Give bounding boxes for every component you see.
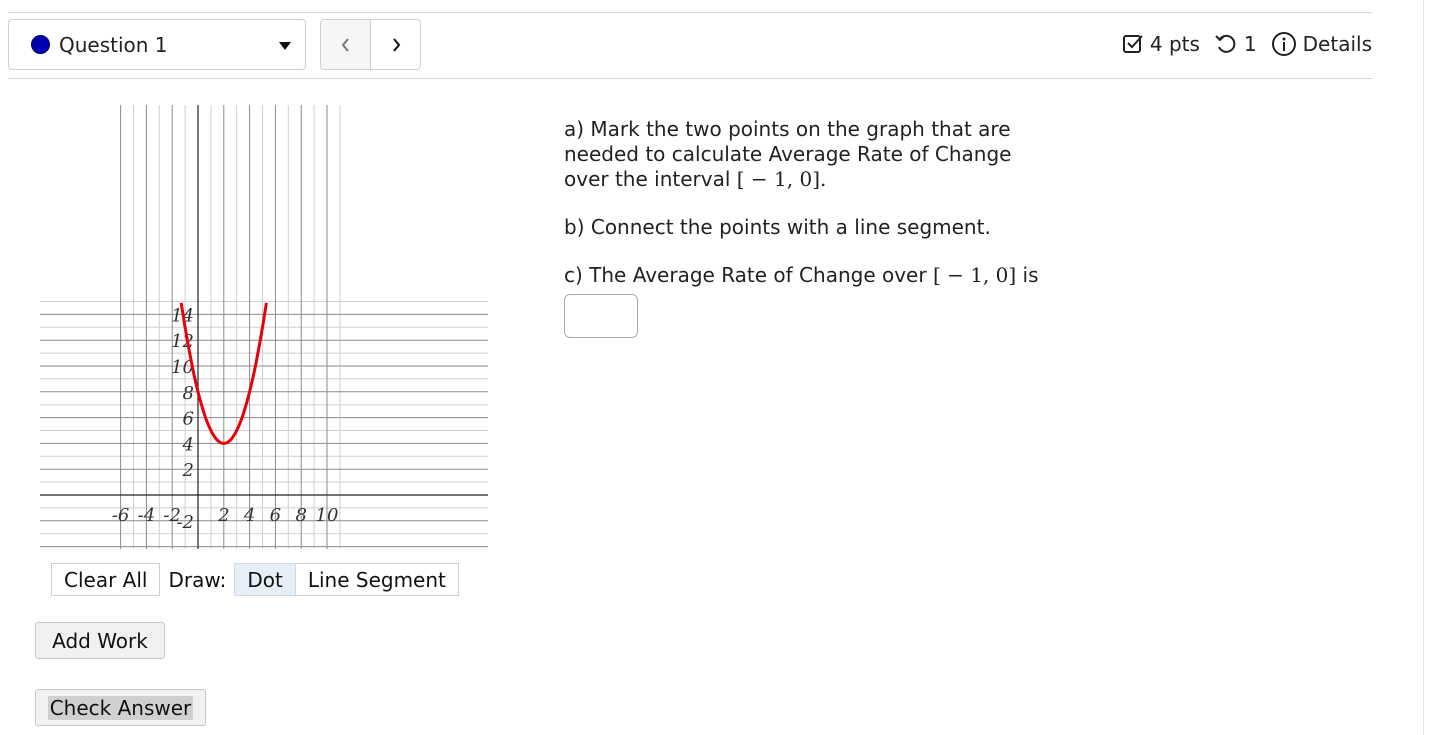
- x-tick-label: 2: [217, 505, 229, 526]
- draw-label: Draw:: [168, 567, 227, 592]
- attempts-value: 1: [1243, 32, 1257, 56]
- question-nav: [320, 19, 421, 70]
- part-c-text: c) The Average Rate of Change over: [564, 263, 927, 287]
- question-header: Question 1 4 pts 1 Details: [8, 19, 1372, 79]
- points-value: 4 pts: [1149, 32, 1200, 56]
- top-divider: [8, 12, 1372, 13]
- dropdown-caret-icon: [279, 42, 291, 50]
- part-c-suffix: is: [1022, 263, 1039, 287]
- question-meta: 4 pts 1 Details: [1122, 31, 1372, 57]
- details-link[interactable]: Details: [1303, 32, 1372, 56]
- function-graph[interactable]: -6 -4 -2 2 4 6 8 10 1412108642-2: [38, 103, 490, 555]
- chevron-left-icon: [341, 37, 349, 52]
- y-tick-label: 12: [171, 331, 194, 352]
- part-c: c) The Average Rate of Change over [ − 1…: [564, 263, 1054, 288]
- y-tick-label: 8: [183, 383, 194, 404]
- y-tick-label: -2: [176, 512, 194, 533]
- question-status-dot: [31, 35, 50, 54]
- y-tick-label: 4: [182, 434, 194, 455]
- y-tick-label: 2: [182, 460, 194, 481]
- draw-dot-button[interactable]: Dot: [234, 563, 296, 596]
- check-answer-label: Check Answer: [47, 695, 194, 720]
- x-tick-label: 8: [295, 505, 306, 526]
- add-work-label: Add Work: [52, 628, 148, 653]
- answer-input[interactable]: [564, 294, 638, 338]
- part-a: a) Mark the two points on the graph that…: [564, 117, 1054, 192]
- part-c-interval: [ − 1, 0]: [932, 263, 1017, 287]
- add-work-button[interactable]: Add Work: [35, 622, 165, 659]
- next-question-button[interactable]: [371, 20, 420, 69]
- checkbox-icon: [1122, 33, 1144, 55]
- x-tick-label: -6: [112, 505, 130, 526]
- question-selector[interactable]: Question 1: [8, 19, 306, 70]
- clear-all-button[interactable]: Clear All: [51, 563, 161, 596]
- x-axis-labels: -6 -4 -2 2 4 6 8 10: [112, 505, 339, 526]
- draw-line-segment-button[interactable]: Line Segment: [295, 563, 459, 596]
- check-answer-button[interactable]: Check Answer: [35, 689, 206, 726]
- part-a-interval: [ − 1, 0].: [736, 167, 827, 191]
- question-text: a) Mark the two points on the graph that…: [564, 117, 1054, 338]
- x-tick-label: -4: [138, 505, 156, 526]
- y-axis-labels: 1412108642-2: [171, 305, 194, 532]
- x-tick-label: 10: [316, 505, 339, 526]
- y-tick-label: 6: [183, 409, 194, 430]
- info-icon[interactable]: [1271, 31, 1297, 57]
- previous-question-button[interactable]: [321, 20, 371, 69]
- part-b: b) Connect the points with a line segmen…: [564, 215, 991, 239]
- page-scroll-edge: [1423, 0, 1424, 735]
- question-label: Question 1: [59, 32, 168, 57]
- graph-toolbar: Clear All Draw: Dot Line Segment: [51, 563, 459, 596]
- x-tick-label: 4: [243, 505, 255, 526]
- chevron-right-icon: [392, 37, 400, 52]
- x-tick-label: 6: [270, 505, 281, 526]
- retry-icon: [1214, 33, 1238, 55]
